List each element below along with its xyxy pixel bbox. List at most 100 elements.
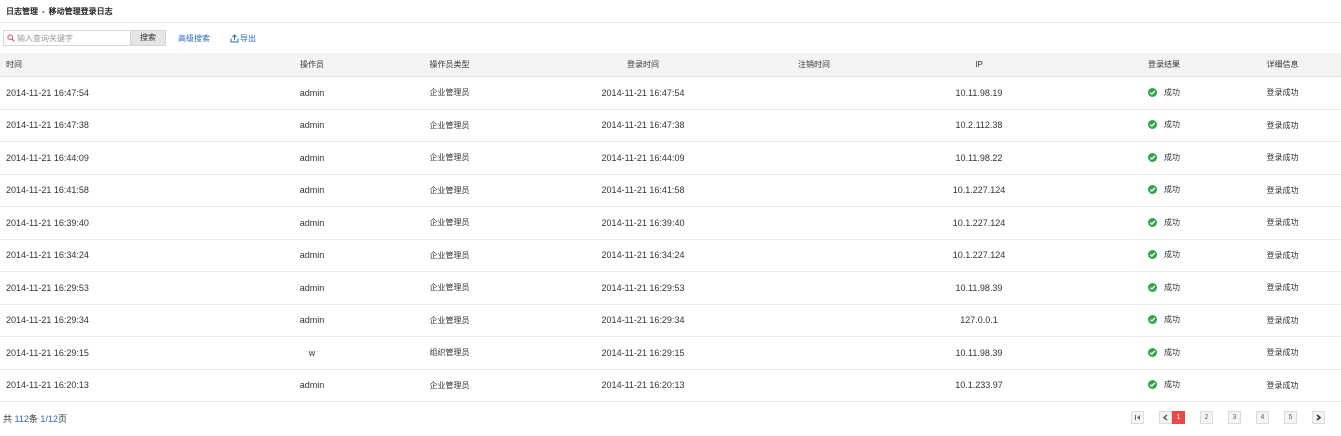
cell-operator-type: 企业管理员 [387,174,512,207]
cell-operator: w [237,336,387,370]
advanced-search-link[interactable]: 高级搜索 [178,33,210,44]
next-page-button[interactable] [1312,411,1325,424]
table-row[interactable]: 2014-11-21 16:29:34 admin 企业管理员 2014-11-21 … [0,304,1341,337]
cell-operator-type: 企业管理员 [387,369,512,402]
success-check-icon [1148,315,1157,325]
column-header-logout-time[interactable]: 注销时间 [774,53,854,77]
cell-ip: 10.1.227.124 [854,206,1104,240]
page-number-button[interactable]: 4 [1256,411,1269,424]
cell-time: 2014-11-21 16:20:13 [0,369,237,402]
page-number-button[interactable]: 3 [1228,411,1241,424]
cell-operator: admin [237,141,387,175]
export-link[interactable]: 导出 [230,33,256,44]
cell-operator-type: 企业管理员 [387,304,512,337]
cell-operator: admin [237,304,387,337]
cell-login-time: 2014-11-21 16:47:38 [512,109,774,142]
result-status: 成功 [1148,282,1180,293]
cell-time: 2014-11-21 16:39:40 [0,206,237,240]
cell-login-time: 2014-11-21 16:47:54 [512,76,774,110]
pagination: 1 2 3 4 5 [1131,411,1325,424]
cell-ip: 10.11.98.22 [854,141,1104,175]
column-header-time[interactable]: 时间 [0,53,237,77]
success-check-icon [1148,347,1157,357]
success-check-icon [1148,120,1157,130]
search-box [3,30,130,46]
first-page-button[interactable] [1131,411,1144,424]
cell-detail: 登录成功 [1224,336,1341,370]
cell-logout-time [774,239,854,272]
result-status: 成功 [1148,249,1180,260]
column-header-ip[interactable]: IP [854,53,1104,77]
cell-result: 成功 [1104,304,1224,337]
cell-logout-time [774,109,854,142]
pagination-summary: 共 112条 1/12页 [3,412,67,425]
cell-time: 2014-11-21 16:34:24 [0,239,237,272]
breadcrumb-current-page: 移动管理登录日志 [48,7,113,16]
table-row[interactable]: 2014-11-21 16:44:09 admin 企业管理员 2014-11-21 … [0,141,1341,175]
result-status: 成功 [1148,347,1180,358]
breadcrumb-separator: - [42,7,45,16]
success-check-icon [1148,250,1157,260]
cell-operator-type: 企业管理员 [387,141,512,175]
column-header-login-time[interactable]: 登录时间 [512,53,774,77]
cell-logout-time [774,304,854,337]
cell-detail: 登录成功 [1224,174,1341,207]
table-row[interactable]: 2014-11-21 16:47:38 admin 企业管理员 2014-11-21 … [0,109,1341,142]
cell-login-time: 2014-11-21 16:41:58 [512,174,774,207]
success-check-icon [1148,185,1157,195]
total-unit: 条 [28,414,38,424]
table-row[interactable]: 2014-11-21 16:41:58 admin 企业管理员 2014-11-21 … [0,174,1341,207]
cell-detail: 登录成功 [1224,141,1341,175]
table-row[interactable]: 2014-11-21 16:20:13 admin 企业管理员 2014-11-21 … [0,369,1341,402]
result-label: 成功 [1164,217,1180,227]
cell-operator-type: 组织管理员 [387,336,512,370]
result-label: 成功 [1164,347,1180,357]
cell-logout-time [774,76,854,110]
search-input[interactable] [15,32,127,44]
toolbar: 搜索 高级搜索 导出 [3,30,256,46]
cell-operator: admin [237,109,387,142]
previous-page-button[interactable] [1159,411,1172,424]
cell-operator: admin [237,76,387,110]
cell-time: 2014-11-21 16:29:53 [0,271,237,305]
total-prefix: 共 [3,414,13,424]
page-number-button[interactable]: 5 [1284,411,1297,424]
cell-result: 成功 [1104,76,1224,110]
page-number-button[interactable]: 1 [1172,411,1185,424]
cell-login-time: 2014-11-21 16:29:53 [512,271,774,305]
result-label: 成功 [1164,380,1180,390]
cell-operator-type: 企业管理员 [387,271,512,305]
cell-login-time: 2014-11-21 16:20:13 [512,369,774,402]
cell-operator: admin [237,271,387,305]
result-label: 成功 [1164,120,1180,130]
page-number-button[interactable]: 2 [1200,411,1213,424]
table-row[interactable]: 2014-11-21 16:34:24 admin 企业管理员 2014-11-21 … [0,239,1341,272]
breadcrumb-section[interactable]: 日志管理 [6,7,38,16]
page-number-list: 1 2 3 4 5 [1172,411,1297,424]
cell-ip: 10.11.98.19 [854,76,1104,110]
column-header-operator-type[interactable]: 操作员类型 [387,53,512,77]
cell-logout-time [774,271,854,305]
column-header-detail[interactable]: 详细信息 [1224,53,1341,77]
cell-operator: admin [237,206,387,240]
cell-time: 2014-11-21 16:29:34 [0,304,237,337]
success-check-icon [1148,152,1157,162]
column-header-result[interactable]: 登录结果 [1104,53,1224,77]
cell-detail: 登录成功 [1224,369,1341,402]
table-row[interactable]: 2014-11-21 16:39:40 admin 企业管理员 2014-11-21 … [0,206,1341,240]
result-status: 成功 [1148,87,1180,98]
table-row[interactable]: 2014-11-21 16:29:15 w 组织管理员 2014-11-21 16:2… [0,336,1341,370]
cell-login-time: 2014-11-21 16:29:34 [512,304,774,337]
total-pages: 12 [47,414,58,424]
table-row[interactable]: 2014-11-21 16:47:54 admin 企业管理员 2014-11-21 … [0,76,1341,110]
cell-time: 2014-11-21 16:29:15 [0,336,237,370]
table-row[interactable]: 2014-11-21 16:29:53 admin 企业管理员 2014-11-21 … [0,271,1341,305]
cell-logout-time [774,369,854,402]
cell-ip: 127.0.0.1 [854,304,1104,337]
cell-ip: 10.2.112.38 [854,109,1104,142]
result-label: 成功 [1164,315,1180,325]
column-header-operator[interactable]: 操作员 [237,53,387,77]
cell-ip: 10.11.98.39 [854,271,1104,305]
cell-login-time: 2014-11-21 16:34:24 [512,239,774,272]
search-button[interactable]: 搜索 [130,30,166,46]
